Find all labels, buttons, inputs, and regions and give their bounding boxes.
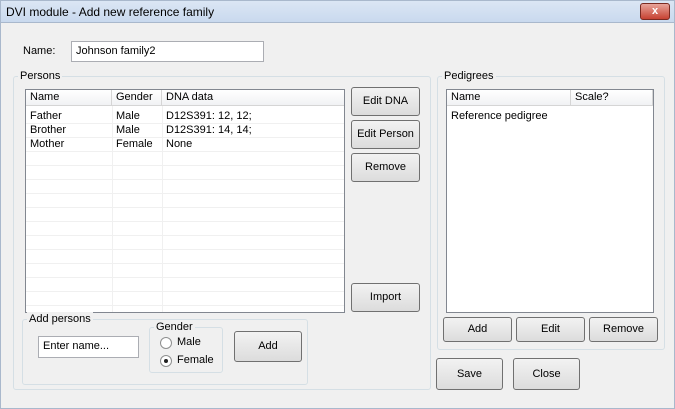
cell-gender: Male bbox=[116, 124, 140, 136]
empty-row bbox=[26, 278, 344, 292]
edit-dna-button[interactable]: Edit DNA bbox=[351, 87, 420, 116]
name-label: Name: bbox=[23, 45, 56, 57]
save-button[interactable]: Save bbox=[436, 358, 503, 390]
cell-gender: Male bbox=[116, 110, 140, 122]
empty-row bbox=[26, 180, 344, 194]
cell-dna-data: D12S391: 12, 12; bbox=[166, 110, 252, 122]
empty-row bbox=[26, 208, 344, 222]
empty-row bbox=[26, 292, 344, 306]
column-header-gender[interactable]: Gender bbox=[112, 90, 162, 106]
gender-male-radio[interactable] bbox=[160, 337, 172, 349]
cell-dna-data: D12S391: 14, 14; bbox=[166, 124, 252, 136]
empty-row bbox=[26, 194, 344, 208]
empty-row bbox=[26, 166, 344, 180]
empty-row bbox=[26, 264, 344, 278]
cell-name: Mother bbox=[30, 138, 65, 150]
close-button[interactable]: Close bbox=[513, 358, 580, 390]
table-row[interactable]: Brother Male D12S391: 14, 14; bbox=[26, 124, 344, 138]
cell-name: Brother bbox=[30, 124, 67, 136]
cell-dna-data: None bbox=[166, 138, 193, 150]
title-bar: DVI module - Add new reference family x bbox=[1, 1, 674, 23]
empty-row bbox=[26, 152, 344, 166]
column-header-dna-data[interactable]: DNA data bbox=[162, 90, 344, 106]
column-header-name[interactable]: Name bbox=[26, 90, 112, 106]
window-title: DVI module - Add new reference family bbox=[6, 5, 215, 19]
gender-group-title: Gender bbox=[154, 320, 195, 334]
gender-female-label: Female bbox=[177, 354, 214, 366]
cell-gender: Female bbox=[116, 138, 153, 150]
close-icon: x bbox=[651, 5, 659, 17]
add-pedigree-button[interactable]: Add bbox=[443, 317, 512, 342]
person-name-input[interactable]: Enter name... bbox=[38, 336, 139, 358]
dialog-window: DVI module - Add new reference family x … bbox=[0, 0, 675, 409]
family-name-input[interactable]: Johnson family2 bbox=[71, 41, 264, 62]
table-row[interactable]: Mother Female None bbox=[26, 138, 344, 152]
list-item[interactable]: Reference pedigree bbox=[447, 110, 653, 124]
cell-pedigree-name: Reference pedigree bbox=[451, 110, 548, 122]
edit-person-button[interactable]: Edit Person bbox=[351, 120, 420, 149]
table-row[interactable]: Father Male D12S391: 12, 12; bbox=[26, 110, 344, 124]
remove-pedigree-button[interactable]: Remove bbox=[589, 317, 658, 342]
gender-group: Gender bbox=[149, 320, 223, 373]
pedigrees-list[interactable]: Name Scale? Reference pedigree bbox=[446, 89, 654, 313]
empty-row bbox=[26, 250, 344, 264]
column-header-scale[interactable]: Scale? bbox=[571, 90, 653, 106]
empty-row bbox=[26, 222, 344, 236]
gender-female-radio[interactable] bbox=[160, 355, 172, 367]
add-person-button[interactable]: Add bbox=[234, 331, 302, 362]
persons-group-title: Persons bbox=[18, 69, 63, 83]
empty-row bbox=[26, 236, 344, 250]
gender-male-label: Male bbox=[177, 336, 201, 348]
edit-pedigree-button[interactable]: Edit bbox=[516, 317, 585, 342]
import-button[interactable]: Import bbox=[351, 283, 420, 312]
close-window-button[interactable]: x bbox=[640, 3, 670, 20]
add-persons-group-title: Add persons bbox=[27, 312, 93, 326]
persons-list[interactable]: Name Gender DNA data Father Male D12S391… bbox=[25, 89, 345, 313]
remove-person-button[interactable]: Remove bbox=[351, 153, 420, 182]
radio-selected-dot bbox=[164, 359, 168, 363]
column-header-name[interactable]: Name bbox=[447, 90, 571, 106]
pedigrees-group-title: Pedigrees bbox=[442, 69, 496, 83]
persons-list-header: Name Gender DNA data bbox=[26, 90, 344, 106]
pedigrees-list-header: Name Scale? bbox=[447, 90, 653, 106]
cell-name: Father bbox=[30, 110, 62, 122]
